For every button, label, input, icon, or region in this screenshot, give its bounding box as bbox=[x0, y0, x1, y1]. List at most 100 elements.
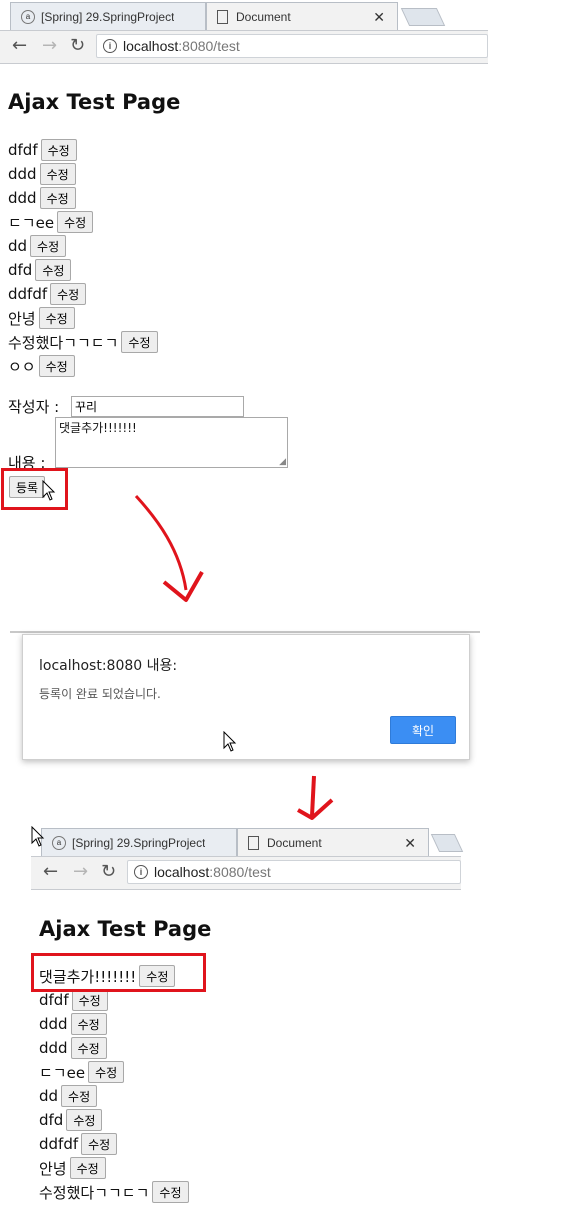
edit-button[interactable]: 수정 bbox=[35, 259, 72, 281]
edit-button[interactable]: 수정 bbox=[57, 211, 94, 233]
comment-text: 수정했다ㄱㄱㄷㄱ bbox=[8, 333, 119, 352]
tab-title: Document bbox=[236, 9, 291, 24]
comment-text: ddfdf bbox=[39, 1135, 79, 1153]
dialog-message: 등록이 완료 되었습니다. bbox=[39, 687, 161, 701]
top-tab-spring[interactable]: a [Spring] 29.SpringProject bbox=[10, 2, 206, 30]
comment-text: ddfdf bbox=[8, 285, 48, 303]
mouse-cursor-icon bbox=[31, 825, 45, 852]
info-icon[interactable]: i bbox=[103, 39, 117, 53]
close-icon[interactable]: ✕ bbox=[373, 9, 385, 26]
comment-row: ddd 수정 bbox=[39, 1013, 107, 1035]
page-title: Ajax Test Page bbox=[8, 90, 181, 114]
edit-button[interactable]: 수정 bbox=[71, 989, 108, 1011]
document-icon bbox=[217, 9, 228, 24]
comment-row: dfdf 수정 bbox=[8, 139, 77, 161]
comment-text: dfd bbox=[8, 261, 33, 279]
bottom-tab-document[interactable]: Document ✕ bbox=[237, 828, 429, 856]
alert-dialog: localhost:8080 내용: 등록이 완료 되었습니다. 확인 bbox=[22, 634, 470, 760]
comment-row: ddfdf 수정 bbox=[8, 283, 87, 305]
comment-text: 수정했다ㄱㄱㄷㄱ bbox=[39, 1183, 150, 1202]
writer-label: 작성자 : bbox=[8, 398, 60, 416]
comment-row: ddd 수정 bbox=[8, 163, 76, 185]
edit-button[interactable]: 수정 bbox=[30, 235, 67, 257]
edit-button[interactable]: 수정 bbox=[70, 1013, 107, 1035]
content-textarea[interactable]: 댓글추가!!!!!!! ◢ bbox=[55, 417, 288, 468]
comment-row: ddd 수정 bbox=[39, 1037, 107, 1059]
comment-row: 수정했다ㄱㄱㄷㄱ 수정 bbox=[39, 1181, 189, 1203]
edit-button[interactable]: 수정 bbox=[88, 1061, 125, 1083]
info-icon[interactable]: i bbox=[134, 865, 148, 879]
comment-text: ddd bbox=[8, 189, 37, 207]
top-nav-bar: ← → ↻ i localhost:8080/test bbox=[0, 31, 488, 64]
comment-row: 안녕 수정 bbox=[8, 307, 75, 329]
arrow-down-icon bbox=[134, 494, 204, 602]
address-bar[interactable]: i localhost:8080/test bbox=[96, 34, 488, 58]
top-tab-document[interactable]: Document ✕ bbox=[206, 2, 398, 30]
reload-icon[interactable]: ↻ bbox=[70, 35, 85, 56]
comment-row: 수정했다ㄱㄱㄷㄱ 수정 bbox=[8, 331, 158, 353]
back-icon[interactable]: ← bbox=[12, 35, 27, 56]
comment-row: dfdf 수정 bbox=[39, 989, 108, 1011]
submit-highlight-box bbox=[1, 468, 68, 510]
url-path: :8080/test bbox=[209, 864, 271, 880]
forward-icon[interactable]: → bbox=[73, 861, 88, 882]
mouse-cursor-icon bbox=[223, 730, 237, 757]
edit-button[interactable]: 수정 bbox=[38, 307, 75, 329]
comment-row: ㅇㅇ 수정 bbox=[8, 355, 75, 377]
tab-favicon-icon: a bbox=[21, 9, 35, 24]
bottom-nav-bar: ← → ↻ i localhost:8080/test bbox=[31, 857, 461, 890]
comment-text: dd bbox=[8, 237, 28, 255]
bottom-tab-bar: a [Spring] 29.SpringProject Document ✕ bbox=[31, 825, 464, 857]
edit-button[interactable]: 수정 bbox=[81, 1133, 118, 1155]
comment-text: ddd bbox=[8, 165, 37, 183]
url-host: localhost bbox=[154, 864, 210, 880]
comment-row: dfd 수정 bbox=[39, 1109, 103, 1131]
comment-text: 안녕 bbox=[39, 1159, 67, 1178]
comment-row: 안녕 수정 bbox=[39, 1157, 106, 1179]
tab-title: [Spring] 29.SpringProject bbox=[41, 9, 175, 24]
arrow-down-icon bbox=[297, 775, 334, 820]
edit-button[interactable]: 수정 bbox=[70, 1037, 107, 1059]
bottom-tab-spring[interactable]: a [Spring] 29.SpringProject bbox=[41, 828, 237, 856]
edit-button[interactable]: 수정 bbox=[69, 1157, 106, 1179]
edit-button[interactable]: 수정 bbox=[121, 331, 158, 353]
comment-row: dd 수정 bbox=[39, 1085, 98, 1107]
edit-button[interactable]: 수정 bbox=[38, 355, 75, 377]
comment-text: ㅇㅇ bbox=[8, 357, 36, 376]
comment-row: dd 수정 bbox=[8, 235, 67, 257]
edit-button[interactable]: 수정 bbox=[40, 139, 77, 161]
comment-row: ㄷㄱee 수정 bbox=[39, 1061, 125, 1083]
ok-button[interactable]: 확인 bbox=[390, 716, 456, 744]
edit-button[interactable]: 수정 bbox=[61, 1085, 98, 1107]
tab-favicon-icon: a bbox=[52, 835, 66, 850]
comment-text: ddd bbox=[39, 1015, 68, 1033]
edit-button[interactable]: 수정 bbox=[50, 283, 87, 305]
address-bar[interactable]: i localhost:8080/test bbox=[127, 860, 461, 884]
comment-text: 안녕 bbox=[8, 309, 36, 328]
new-tab-button[interactable] bbox=[400, 8, 446, 26]
top-tab-bar: a [Spring] 29.SpringProject Document ✕ bbox=[0, 0, 488, 31]
writer-input[interactable] bbox=[71, 396, 244, 417]
tab-title: Document bbox=[267, 835, 322, 850]
edit-button[interactable]: 수정 bbox=[39, 187, 76, 209]
back-icon[interactable]: ← bbox=[43, 861, 58, 882]
dialog-top-divider bbox=[10, 631, 480, 633]
close-icon[interactable]: ✕ bbox=[404, 835, 416, 852]
document-icon bbox=[248, 835, 259, 850]
comment-text: dfdf bbox=[8, 141, 38, 159]
content-text: 댓글추가!!!!!!! bbox=[59, 421, 137, 435]
forward-icon[interactable]: → bbox=[42, 35, 57, 56]
resize-handle-icon[interactable]: ◢ bbox=[279, 457, 286, 467]
tab-title: [Spring] 29.SpringProject bbox=[72, 835, 206, 850]
new-tab-button[interactable] bbox=[430, 834, 464, 852]
comment-row: dfd 수정 bbox=[8, 259, 72, 281]
url-path: :8080/test bbox=[178, 38, 240, 54]
reload-icon[interactable]: ↻ bbox=[101, 861, 116, 882]
comment-text: ㄷㄱee bbox=[8, 213, 55, 232]
bottom-browser-window: a [Spring] 29.SpringProject Document ✕ ←… bbox=[31, 825, 464, 890]
edit-button[interactable]: 수정 bbox=[39, 163, 76, 185]
comment-text: ddd bbox=[39, 1039, 68, 1057]
edit-button[interactable]: 수정 bbox=[152, 1181, 189, 1203]
url-host: localhost bbox=[123, 38, 179, 54]
edit-button[interactable]: 수정 bbox=[66, 1109, 103, 1131]
